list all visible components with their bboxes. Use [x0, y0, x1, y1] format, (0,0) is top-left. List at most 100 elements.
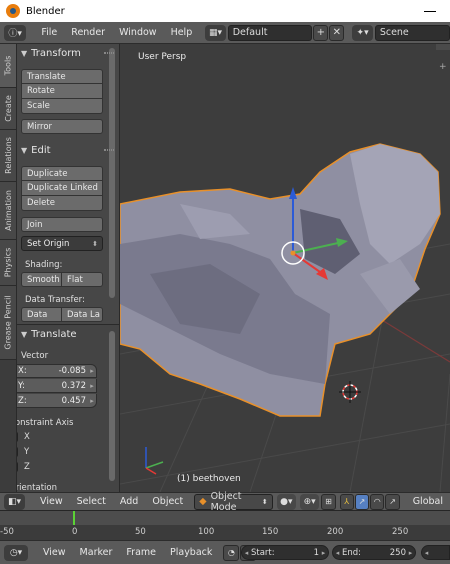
- gizmo-z-arrow-icon[interactable]: [289, 187, 297, 199]
- frame-cursor[interactable]: [73, 511, 75, 525]
- timeline[interactable]: -50 0 50 100 150 200 250: [0, 510, 450, 540]
- vector-x-field[interactable]: ◂ X: -0.085 ▸: [17, 364, 97, 378]
- end-frame-field[interactable]: ◂ End: 250 ▸: [332, 545, 416, 560]
- minimize-icon[interactable]: [424, 11, 436, 12]
- editor-type-button[interactable]: ⓘ▾: [4, 24, 27, 41]
- tab-physics[interactable]: Physics: [0, 240, 16, 286]
- constraint-y-checkbox[interactable]: [17, 447, 18, 457]
- set-origin-label: Set Origin: [27, 238, 70, 249]
- data-layout-label: Data La: [67, 309, 100, 320]
- panel-transform-header[interactable]: ▼ Transform: [17, 44, 119, 62]
- operator-scrollbar[interactable]: [109, 331, 115, 481]
- menu-render[interactable]: Render: [64, 27, 112, 38]
- constraint-x-checkbox[interactable]: [17, 432, 18, 442]
- smooth-button[interactable]: Smooth: [21, 272, 62, 287]
- rotate-button[interactable]: Rotate: [21, 84, 103, 99]
- panel-translate-header[interactable]: ▼ Translate: [17, 325, 119, 343]
- shelf-scrollbar[interactable]: [109, 48, 115, 298]
- tab-create[interactable]: Create: [0, 88, 16, 130]
- panel-translate-title: Translate: [31, 328, 77, 340]
- tab-animation[interactable]: Animation: [0, 182, 16, 240]
- scene-field[interactable]: Scene: [374, 24, 450, 41]
- screen-layout-field[interactable]: Default: [227, 24, 313, 41]
- increment-arrow-icon[interactable]: ▸: [88, 397, 96, 405]
- translate-button[interactable]: Translate: [21, 69, 103, 84]
- vector-z-field[interactable]: ◂ Z: 0.457 ▸: [17, 394, 97, 408]
- translate-manipulator-button[interactable]: ⅄: [339, 493, 354, 510]
- preview-range-toggle[interactable]: ◔: [223, 544, 240, 561]
- viewport-shading-dropdown[interactable]: ●▾: [276, 493, 296, 510]
- menu-file[interactable]: File: [34, 27, 64, 38]
- beethoven-mesh[interactable]: [120, 143, 441, 417]
- current-frame-field[interactable]: ◂: [421, 545, 450, 560]
- increment-arrow-icon[interactable]: ▸: [88, 367, 96, 375]
- axes-icon: ⅄: [344, 497, 350, 506]
- flat-label: Flat: [67, 274, 83, 285]
- decrement-arrow-icon[interactable]: ◂: [333, 549, 342, 557]
- duplicate-linked-button[interactable]: Duplicate Linked: [21, 181, 103, 196]
- drag-grip-icon[interactable]: [104, 149, 114, 151]
- menu-frame[interactable]: Frame: [119, 547, 163, 558]
- scene-icon: ✦▾: [356, 27, 369, 38]
- tab-relations[interactable]: Relations: [0, 130, 16, 182]
- menu-help[interactable]: Help: [164, 27, 200, 38]
- menu-object[interactable]: Object: [145, 496, 190, 507]
- scale-button[interactable]: Scale: [21, 99, 103, 114]
- vector-y-field[interactable]: ◂ Y: 0.372 ▸: [17, 379, 97, 393]
- scene-name: Scene: [379, 27, 409, 38]
- duplicate-button[interactable]: Duplicate: [21, 166, 103, 181]
- tab-tools[interactable]: Tools: [0, 44, 16, 88]
- menu-window[interactable]: Window: [112, 27, 163, 38]
- tab-grease-pencil[interactable]: Grease Pencil: [0, 286, 16, 360]
- scale-label: Scale: [27, 101, 50, 111]
- viewport-corner-widget[interactable]: [436, 44, 450, 50]
- panel-edit-header[interactable]: ▼ Edit: [17, 141, 119, 159]
- rotate-manipulator-button[interactable]: ◠: [370, 493, 385, 510]
- scale-manipulator-button[interactable]: ↗: [385, 493, 400, 510]
- delete-button[interactable]: Delete: [21, 196, 103, 211]
- orientation-label: Orientation: [17, 483, 57, 492]
- increment-arrow-icon[interactable]: ▸: [406, 549, 415, 557]
- translate-label: Translate: [27, 71, 66, 82]
- menu-timeline-view[interactable]: View: [36, 547, 73, 558]
- screen-layout-browse[interactable]: ▦▾: [205, 24, 226, 41]
- timeline-editor-type-button[interactable]: ◷▾: [4, 544, 28, 561]
- cube-icon: ◧▾: [8, 496, 22, 507]
- menu-add[interactable]: Add: [113, 496, 145, 507]
- flat-button[interactable]: Flat: [62, 272, 103, 287]
- decrement-arrow-icon[interactable]: ◂: [422, 549, 431, 557]
- delete-screen-button[interactable]: ✕: [329, 24, 345, 41]
- end-value: 250: [389, 547, 406, 558]
- mirror-button[interactable]: Mirror: [21, 119, 103, 134]
- timeline-ruler[interactable]: [0, 511, 450, 525]
- start-frame-field[interactable]: ◂ Start: 1 ▸: [241, 545, 329, 560]
- increment-arrow-icon[interactable]: ▸: [319, 549, 328, 557]
- transform-orientation-dropdown[interactable]: Global: [406, 496, 450, 507]
- tick-label: 0: [72, 527, 78, 537]
- menu-view[interactable]: View: [33, 496, 70, 507]
- add-screen-button[interactable]: +: [313, 24, 329, 41]
- constraint-z-checkbox[interactable]: [17, 462, 18, 472]
- data-layout-button[interactable]: Data La: [62, 307, 103, 322]
- drag-grip-icon[interactable]: [104, 52, 114, 54]
- menu-marker[interactable]: Marker: [73, 547, 120, 558]
- pivot-point-dropdown[interactable]: ⊕▾: [299, 493, 320, 510]
- move-manipulator-button[interactable]: ↗: [354, 493, 370, 510]
- rotate-label: Rotate: [27, 86, 55, 96]
- manipulator-icon: ⊞: [325, 497, 332, 506]
- join-button[interactable]: Join: [21, 217, 103, 232]
- tab-tools-label: Tools: [3, 55, 13, 76]
- properties-toggle-icon[interactable]: +: [439, 62, 447, 72]
- menu-select[interactable]: Select: [70, 496, 113, 507]
- increment-arrow-icon[interactable]: ▸: [88, 382, 96, 390]
- scene-browse[interactable]: ✦▾: [352, 24, 373, 41]
- set-origin-dropdown[interactable]: Set Origin ⬍: [21, 236, 103, 251]
- 3d-view-editor-type-button[interactable]: ◧▾: [4, 493, 26, 510]
- 3d-viewport[interactable]: + User Persp (1) beethoven: [120, 44, 450, 492]
- screen-layout-name: Default: [232, 27, 268, 38]
- manipulator-toggle[interactable]: ⊞: [321, 493, 336, 510]
- decrement-arrow-icon[interactable]: ◂: [242, 549, 251, 557]
- data-transfer-button[interactable]: Data: [21, 307, 62, 322]
- menu-playback[interactable]: Playback: [163, 547, 219, 558]
- mode-dropdown[interactable]: ◆ Object Mode ⬍: [194, 491, 273, 513]
